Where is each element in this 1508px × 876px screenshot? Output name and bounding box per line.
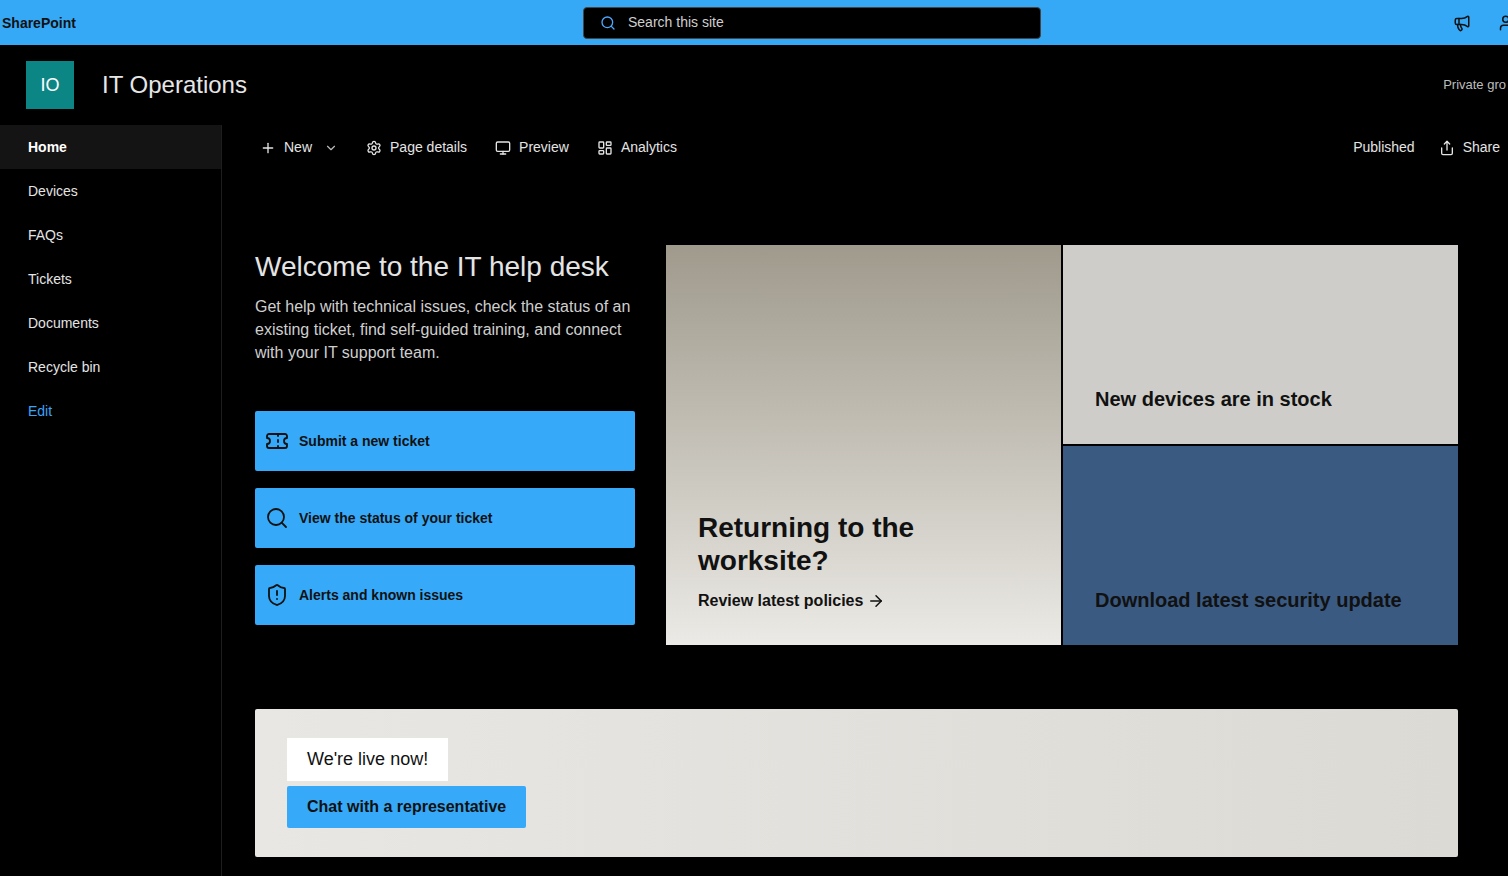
publish-status: Published [1353, 137, 1415, 158]
share-button[interactable]: Share [1439, 137, 1500, 158]
app-name[interactable]: SharePoint [2, 15, 76, 31]
search-input[interactable] [628, 12, 1040, 33]
main: New Page details Preview Analytics Published… [222, 125, 1508, 876]
hero-tile[interactable]: Download latest security update [1063, 446, 1458, 645]
command-item[interactable]: Analytics [597, 137, 677, 158]
welcome-heading: Welcome to the IT help desk [255, 249, 635, 285]
megaphone-icon[interactable] [1453, 14, 1471, 32]
hero: Returning to the worksite?Review latest … [666, 245, 1458, 645]
sidebar-item[interactable]: Devices [0, 169, 221, 213]
analytics-icon [597, 140, 613, 156]
search-icon [600, 15, 616, 31]
chat-button[interactable]: Chat with a representative [287, 786, 526, 828]
ticket-icon [265, 429, 289, 453]
hero-link[interactable]: Review latest policies [698, 589, 1029, 613]
welcome-panel: Welcome to the IT help desk Get help with… [255, 245, 635, 645]
sidebar: HomeDevicesFAQsTicketsDocumentsRecycle b… [0, 125, 222, 876]
action-button[interactable]: View the status of your ticket [255, 488, 635, 548]
sidebar-item[interactable]: Tickets [0, 257, 221, 301]
site-logo[interactable]: IO [26, 61, 74, 109]
preview-icon [495, 140, 511, 156]
live-badge: We're live now! [287, 738, 448, 781]
search-box[interactable] [583, 7, 1041, 39]
site-title[interactable]: IT Operations [102, 67, 247, 103]
action-button[interactable]: Alerts and known issues [255, 565, 635, 625]
sidebar-item[interactable]: Recycle bin [0, 345, 221, 389]
command-bar: New Page details Preview Analytics Published… [222, 125, 1508, 170]
chat-banner: We're live now! Chat with a representativ… [255, 709, 1458, 857]
sidebar-item[interactable]: Home [0, 125, 221, 169]
app: SharePoint IO IT Operations Private gro Home… [0, 0, 1508, 876]
welcome-body: Get help with technical issues, check th… [255, 295, 635, 364]
chevron-down-icon [324, 141, 338, 155]
alert-icon [265, 583, 289, 607]
top-bar: SharePoint [0, 0, 1508, 45]
share-icon [1439, 140, 1455, 156]
sidebar-item[interactable]: FAQs [0, 213, 221, 257]
details-icon [366, 140, 382, 156]
privacy-label: Private gro [1443, 75, 1508, 95]
people-icon[interactable] [1499, 14, 1508, 32]
arrow-right-icon [867, 592, 885, 610]
sidebar-item[interactable]: Edit [0, 389, 221, 433]
new-icon [260, 140, 276, 156]
hero-tile[interactable]: New devices are in stock [1063, 245, 1458, 444]
search-icon [265, 506, 289, 530]
command-item[interactable]: Preview [495, 137, 569, 158]
command-item[interactable]: Page details [366, 137, 467, 158]
site-header: IO IT Operations Private gro [0, 45, 1508, 125]
hero-tile[interactable]: Returning to the worksite?Review latest … [666, 245, 1061, 645]
command-item[interactable]: New [260, 137, 338, 158]
action-button[interactable]: Submit a new ticket [255, 411, 635, 471]
sidebar-item[interactable]: Documents [0, 301, 221, 345]
